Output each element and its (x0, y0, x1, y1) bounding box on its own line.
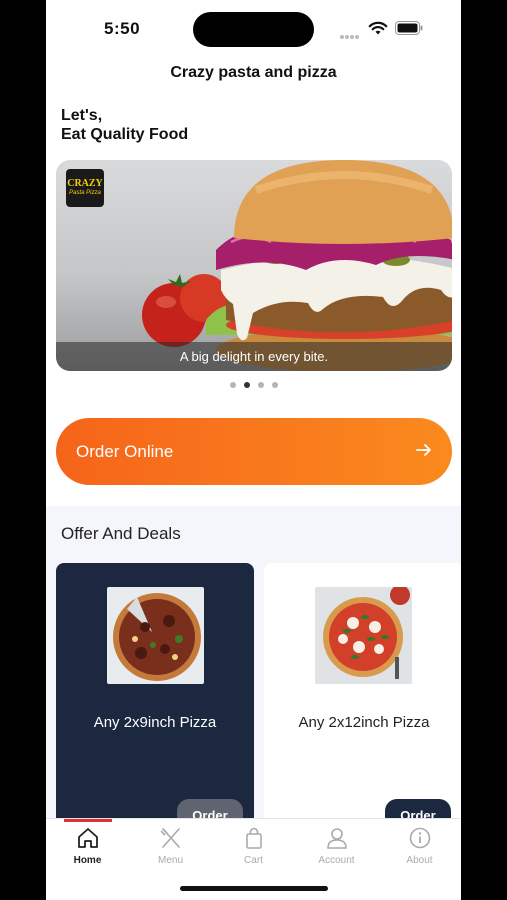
user-icon (326, 828, 347, 849)
deal-image (315, 587, 412, 684)
active-tab-indicator (64, 819, 112, 822)
page-title: Crazy pasta and pizza (170, 64, 337, 81)
tab-label: Account (318, 855, 355, 866)
offers-title: Offer And Deals (61, 524, 181, 543)
info-icon (409, 827, 430, 849)
deal-image (107, 587, 204, 684)
greeting-line-2: Eat Quality Food (61, 126, 189, 143)
banner-caption: A big delight in every bite. (56, 342, 452, 371)
tab-label: About (406, 855, 433, 866)
carousel-dot[interactable] (271, 382, 278, 388)
tab-cart[interactable]: Cart (212, 827, 295, 866)
greeting-text: Let's, Eat Quality Food (61, 106, 188, 144)
tab-about[interactable]: About (378, 827, 461, 866)
promo-banner[interactable]: CRAZY Pasta Pizza A big delight in every… (56, 160, 452, 371)
status-bar: 5:50 (46, 0, 461, 56)
shopping-bag-icon (245, 827, 262, 849)
deal-card[interactable]: Any 2x12inch Pizza Order (264, 563, 461, 843)
deal-card[interactable]: Any 2x9inch Pizza Order (56, 563, 254, 843)
tab-menu[interactable]: Menu (129, 827, 212, 866)
carousel-dot[interactable] (229, 382, 236, 388)
carousel-indicator (46, 382, 461, 388)
greeting-line-1: Let's, (61, 107, 103, 124)
pizza-image (107, 587, 204, 684)
tab-label: Home (73, 855, 102, 866)
brand-logo-line-2: Pasta Pizza (69, 190, 101, 196)
brand-logo-line-1: CRAZY (67, 178, 103, 189)
app-screen: 5:50 Crazy pasta and pizza Let's, Eat Qu… (46, 0, 461, 900)
tab-home[interactable]: Home (46, 827, 129, 866)
dynamic-island (193, 12, 314, 47)
order-online-label: Order Online (76, 442, 174, 461)
home-indicator[interactable] (180, 886, 328, 891)
carousel-dot-active[interactable] (243, 382, 250, 388)
arrow-right-icon (416, 444, 431, 456)
status-time: 5:50 (104, 19, 141, 38)
deal-name: Any 2x12inch Pizza (298, 714, 430, 731)
tab-label: Menu (157, 855, 183, 866)
brand-logo: CRAZY Pasta Pizza (66, 169, 104, 207)
battery-icon (395, 21, 423, 35)
fork-knife-icon (159, 828, 180, 848)
deal-name: Any 2x9inch Pizza (93, 714, 217, 731)
order-online-button[interactable]: Order Online (56, 418, 452, 485)
carousel-dot[interactable] (257, 382, 264, 388)
pizza-image (315, 587, 412, 684)
tab-account[interactable]: Account (295, 827, 378, 866)
tab-label: Cart (244, 855, 263, 866)
wifi-icon (368, 21, 388, 35)
cellular-signal-icon (340, 26, 362, 39)
home-icon (77, 828, 98, 848)
burger-image (142, 160, 452, 371)
